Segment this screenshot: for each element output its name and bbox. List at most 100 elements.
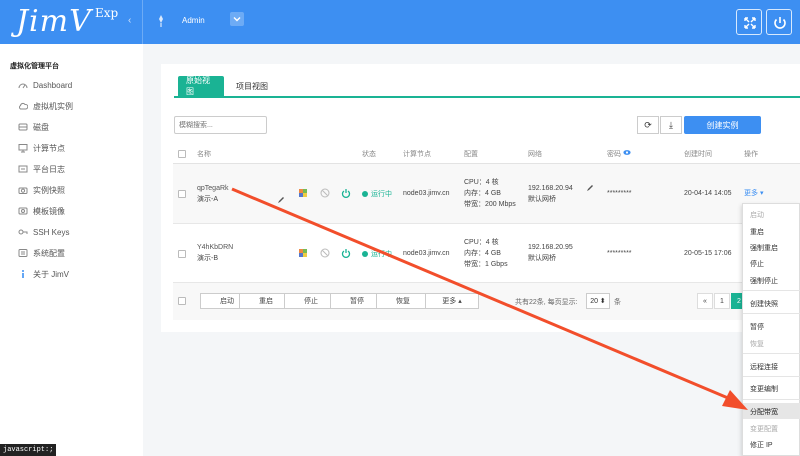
sidebar-item-label: 计算节点 xyxy=(33,143,65,153)
disabled-icon xyxy=(320,188,330,198)
sidebar-item-label: 模板镜像 xyxy=(33,206,65,216)
logout-button[interactable] xyxy=(766,9,792,35)
sidebar-item-logs[interactable]: 平台日志 xyxy=(18,161,65,177)
pagination-page-1[interactable]: 1 xyxy=(714,293,730,309)
user-name[interactable]: Admin xyxy=(182,16,205,25)
menu-item-allocate-bandwidth[interactable]: 分配带宽 xyxy=(750,407,778,417)
sidebar-item-dashboard[interactable]: Dashboard xyxy=(18,77,72,93)
dashboard-icon xyxy=(18,83,28,89)
eye-icon[interactable] xyxy=(623,149,631,156)
menu-item-stop[interactable]: 停止 xyxy=(750,259,764,269)
user-icon xyxy=(159,15,163,27)
fullscreen-button[interactable] xyxy=(736,9,762,35)
search-input[interactable] xyxy=(174,116,267,134)
sidebar-item-about[interactable]: 关于 JimV xyxy=(18,266,69,282)
header-status: 状态 xyxy=(362,151,376,158)
user-dropdown-button[interactable] xyxy=(230,12,244,26)
refresh-icon: ⟳ xyxy=(644,119,652,130)
power-icon[interactable] xyxy=(341,188,351,198)
header-config: 配置 xyxy=(464,151,478,158)
sidebar-item-label: 磁盘 xyxy=(33,122,49,132)
pagination-prev[interactable]: « xyxy=(697,293,713,309)
sidebar-item-instances[interactable]: 虚拟机实例 xyxy=(18,98,73,114)
log-icon xyxy=(18,165,28,173)
download-button[interactable]: ⤓ xyxy=(660,116,682,134)
config-memory: 内存：4 GB xyxy=(464,250,501,257)
password-mask: ********* xyxy=(607,190,632,197)
collapse-sidebar-icon[interactable]: ‹ xyxy=(128,15,131,26)
sidebar-item-snapshots[interactable]: 实例快照 xyxy=(18,182,65,198)
page-size-unit: 条 xyxy=(614,299,621,306)
row-checkbox[interactable] xyxy=(178,190,186,198)
config-cpu: CPU：4 核 xyxy=(464,179,499,186)
header-password: 密码 xyxy=(607,151,621,158)
sidebar-item-templates[interactable]: 模板镜像 xyxy=(18,203,65,219)
status-badge: 运行中 xyxy=(362,249,392,259)
menu-item-pause[interactable]: 暂停 xyxy=(750,322,764,332)
node-name: node03.jimv.cn xyxy=(403,190,450,197)
sidebar-item-disks[interactable]: 磁盘 xyxy=(18,119,49,135)
menu-item-change-group[interactable]: 变更编制 xyxy=(750,384,778,394)
power-icon[interactable] xyxy=(341,248,351,258)
instance-name[interactable]: qpTegaRk xyxy=(197,184,229,194)
menu-item-create-snapshot[interactable]: 创建快照 xyxy=(750,299,778,309)
network-name: 默认网桥 xyxy=(528,196,556,203)
sidebar-title: 虚拟化管理平台 xyxy=(10,63,59,70)
menu-item-force-restart[interactable]: 强制重启 xyxy=(750,243,778,253)
cloud-icon xyxy=(18,102,28,110)
more-actions-button[interactable]: 更多 ▾ xyxy=(744,189,763,199)
instance-label: 演示-B xyxy=(197,255,218,262)
bulk-resume-button[interactable]: 恢复 xyxy=(376,293,430,309)
tab-original-view[interactable]: 原始视图 xyxy=(178,76,224,96)
menu-item-remote-connect[interactable]: 远程连接 xyxy=(750,362,778,372)
tab-project-view[interactable]: 项目视图 xyxy=(228,76,276,96)
sidebar-item-label: 系统配置 xyxy=(33,248,65,258)
edit-icon[interactable] xyxy=(585,183,595,193)
network-name: 默认网桥 xyxy=(528,255,556,262)
config-bandwidth: 带宽：200 Mbps xyxy=(464,201,516,208)
sidebar-item-label: SSH Keys xyxy=(33,227,70,237)
status-badge: 运行中 xyxy=(362,189,392,199)
page-size-select[interactable]: 20 ⬍ xyxy=(586,293,610,309)
instance-name[interactable]: Y4hKbDRN xyxy=(197,243,233,253)
menu-item-fix-ip[interactable]: 修正 IP xyxy=(750,440,773,450)
create-instance-button[interactable]: 创建实例 xyxy=(684,116,761,134)
total-count-text: 共有22条, 每页显示: xyxy=(515,299,578,306)
menu-item-restart[interactable]: 重启 xyxy=(750,227,764,237)
sidebar-item-label: 平台日志 xyxy=(33,164,65,174)
menu-divider xyxy=(743,353,800,354)
settings-icon xyxy=(18,249,28,257)
chevron-down-icon xyxy=(233,17,241,22)
logo-edition: Exp xyxy=(95,6,119,20)
top-bar: JimV Exp ‹ Admin xyxy=(0,0,800,44)
sidebar-item-ssh-keys[interactable]: SSH Keys xyxy=(18,224,69,240)
sidebar-item-settings[interactable]: 系统配置 xyxy=(18,245,65,261)
header-node: 计算节点 xyxy=(403,151,431,158)
sidebar-item-nodes[interactable]: 计算节点 xyxy=(18,140,65,156)
row-divider xyxy=(173,223,800,224)
header-created: 创建时间 xyxy=(684,151,712,158)
status-dot xyxy=(362,191,368,197)
password-mask: ********* xyxy=(607,250,632,257)
info-icon xyxy=(22,270,24,278)
disabled-icon xyxy=(320,248,330,258)
divider xyxy=(142,0,143,44)
logo[interactable]: JimV xyxy=(16,4,92,39)
header-actions: 操作 xyxy=(744,151,758,158)
ip-address: 192.168.20.94 xyxy=(528,185,573,192)
node-name: node03.jimv.cn xyxy=(403,250,450,257)
bulk-select-checkbox[interactable] xyxy=(178,297,186,305)
refresh-button[interactable]: ⟳ xyxy=(637,116,659,134)
menu-item-change-config[interactable]: 变更配置 xyxy=(750,424,778,434)
camera-icon xyxy=(18,187,28,194)
status-text: 运行中 xyxy=(371,251,392,258)
header-network: 网络 xyxy=(528,151,542,158)
menu-item-start[interactable]: 启动 xyxy=(750,210,764,220)
select-all-checkbox[interactable] xyxy=(178,150,186,158)
edit-icon[interactable] xyxy=(276,195,286,205)
menu-item-resume[interactable]: 恢复 xyxy=(750,339,764,349)
row-checkbox[interactable] xyxy=(178,250,186,258)
bulk-more-button[interactable]: 更多 ▴ xyxy=(425,293,479,309)
menu-item-force-stop[interactable]: 强制停止 xyxy=(750,276,778,286)
download-icon: ⤓ xyxy=(669,119,673,130)
